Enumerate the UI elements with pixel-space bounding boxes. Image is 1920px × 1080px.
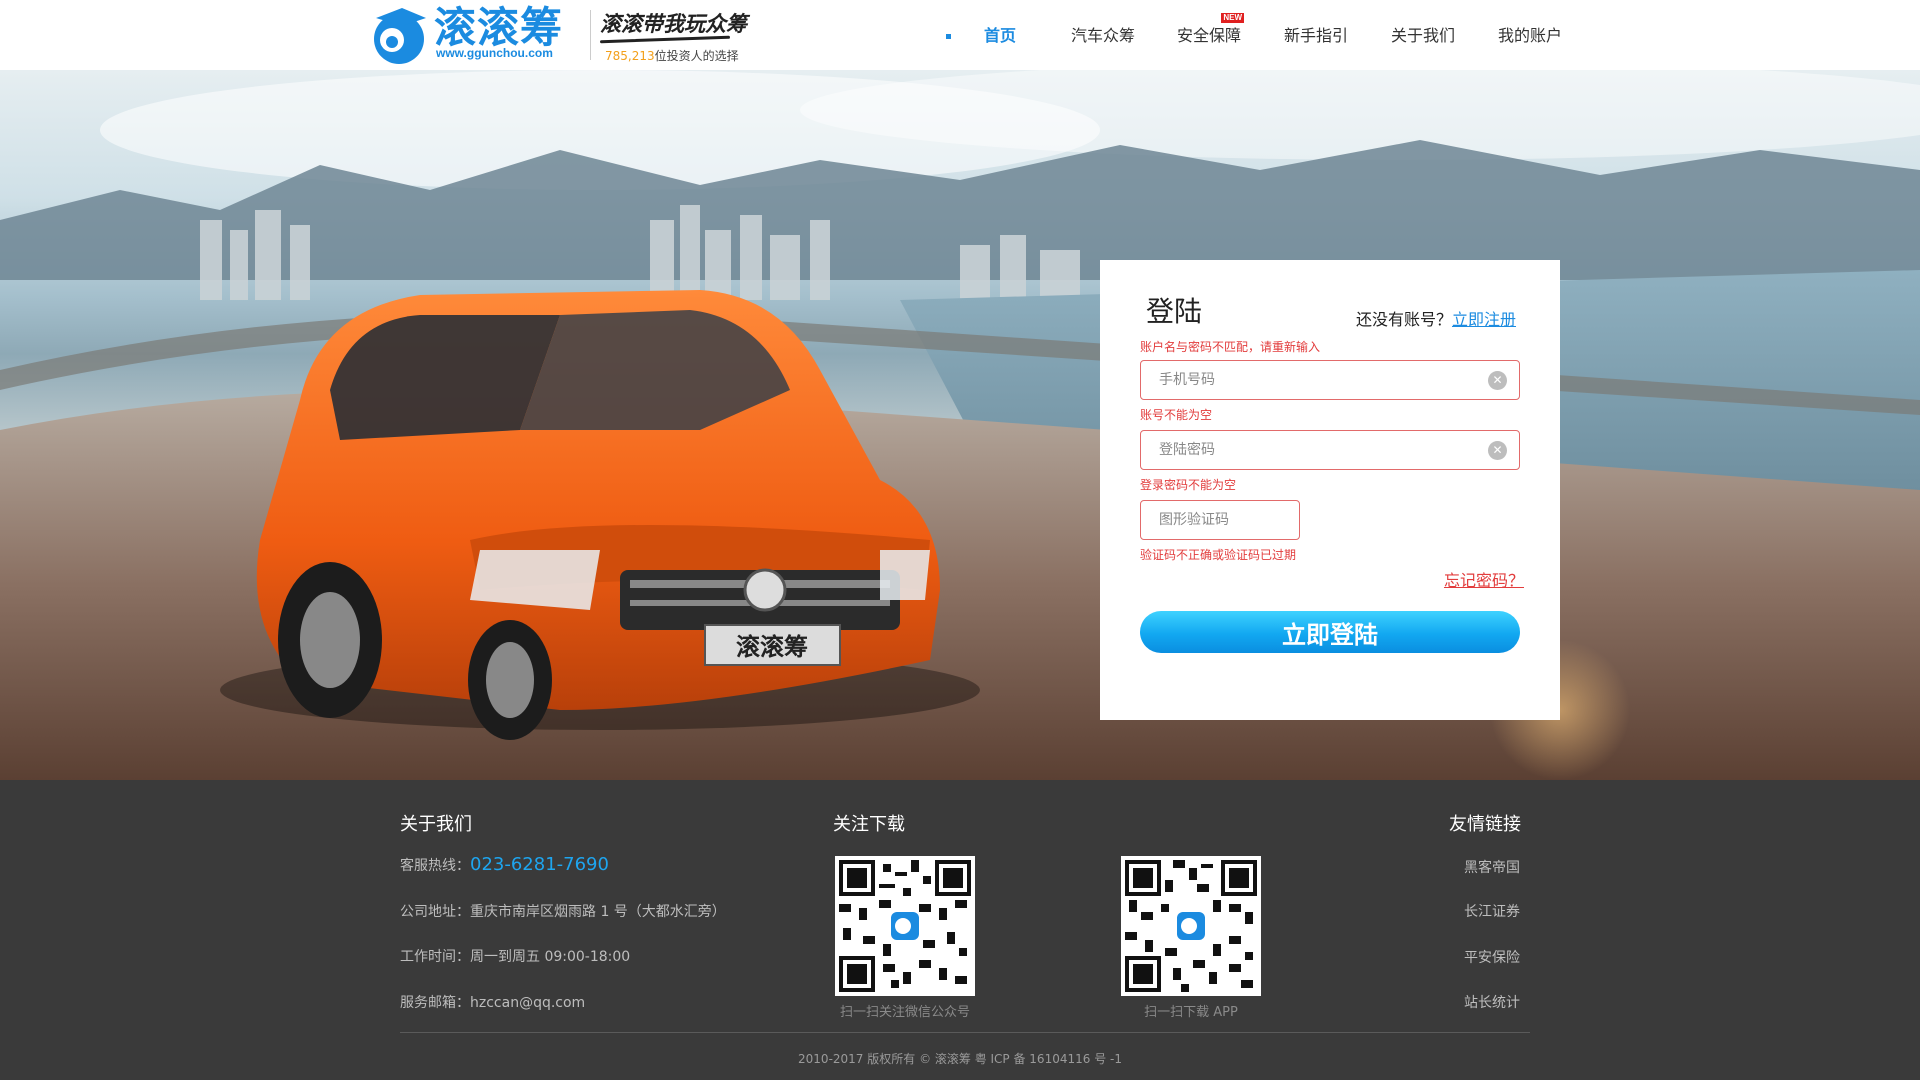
footer-follow-title: 关注下载 [833, 814, 905, 835]
site-header: 滚滚筹 www.ggunchou.com 滚滚带我玩众筹 785,213位投资人… [0, 0, 1920, 70]
plate-text: 滚滚筹 [736, 633, 808, 661]
nav-item-car-crowdfunding[interactable]: 汽车众筹 [1070, 0, 1136, 70]
password-input[interactable] [1141, 431, 1461, 469]
login-title: 登陆 [1146, 295, 1203, 328]
app-qr-code [1121, 856, 1261, 996]
site-footer: 关于我们 客服热线：023-6281-7690 公司地址：重庆市南岸区烟雨路 1… [0, 780, 1920, 1080]
wechat-qr-caption: 扫一扫关注微信公众号 [839, 1005, 970, 1020]
friend-link[interactable]: 长江证券 [1464, 901, 1520, 921]
nav-item-beginner-guide[interactable]: 新手指引 [1283, 0, 1349, 70]
logo-url: www.ggunchou.com [436, 46, 553, 60]
login-button[interactable]: 立即登陆 [1140, 611, 1520, 653]
phone-field: ✕ [1140, 360, 1520, 400]
new-badge: NEW [1221, 13, 1244, 23]
investor-count: 785,213 [605, 49, 655, 63]
service-email: 服务邮箱：hzccan@qq.com [400, 995, 586, 1011]
qr-code-icon [839, 860, 971, 992]
captcha-field [1140, 500, 1300, 540]
work-hours: 工作时间：周一到周五 09:00-18:00 [400, 949, 631, 965]
captcha-input[interactable] [1141, 501, 1291, 539]
hotline-label: 客服热线： [400, 858, 470, 874]
copyright: 2010-2017 版权所有 © 滚滚筹 粤 ICP 备 16104116 号 … [798, 1052, 1122, 1066]
clear-password-icon[interactable]: ✕ [1488, 441, 1507, 460]
friend-link[interactable]: 平安保险 [1464, 947, 1520, 967]
friend-link[interactable]: 站长统计 [1464, 992, 1520, 1012]
hero-banner: 滚滚筹 登陆 还没有账号？立即注册 账户名与密码不匹配，请重新输入 ✕ 账号不能… [0, 70, 1920, 780]
phone-input[interactable] [1141, 361, 1461, 399]
tagline-text: 位投资人的选择 [654, 49, 739, 63]
nav-item-my-account[interactable]: 我的账户 [1497, 0, 1563, 70]
logo-divider [590, 10, 591, 60]
mascot-logo-icon[interactable] [368, 4, 430, 66]
tagline: 785,213位投资人的选择 [605, 47, 739, 64]
app-qr-caption: 扫一扫下载 APP [1144, 1005, 1238, 1020]
password-field: ✕ [1140, 430, 1520, 470]
hero-scene: 滚滚筹 [0, 70, 1920, 780]
clear-phone-icon[interactable]: ✕ [1488, 371, 1507, 390]
company-address: 公司地址：重庆市南岸区烟雨路 1 号（大都水汇旁） [400, 904, 726, 920]
car-illustration: 滚滚筹 [220, 290, 980, 740]
forgot-password-link[interactable]: 忘记密码？ [1444, 567, 1524, 591]
nav-item-security-label: 安全保障 [1176, 26, 1241, 45]
register-link[interactable]: 立即注册 [1452, 310, 1516, 329]
nav-item-security[interactable]: 安全保障 NEW [1176, 0, 1244, 70]
nav-item-about[interactable]: 关于我们 [1390, 0, 1456, 70]
nav-item-home[interactable]: 首页 [946, 0, 1040, 70]
register-prompt-text: 还没有账号？ [1355, 310, 1452, 329]
captcha-error: 验证码不正确或验证码已过期 [1140, 548, 1297, 562]
login-panel: 登陆 还没有账号？立即注册 账户名与密码不匹配，请重新输入 ✕ 账号不能为空 ✕… [1100, 260, 1560, 720]
login-mismatch-error: 账户名与密码不匹配，请重新输入 [1140, 340, 1321, 354]
register-prompt: 还没有账号？立即注册 [1356, 306, 1516, 330]
friend-link[interactable]: 黑客帝国 [1464, 857, 1520, 877]
hotline-row: 客服热线：023-6281-7690 [400, 854, 609, 875]
phone-error: 账号不能为空 [1140, 408, 1213, 422]
footer-about-title: 关于我们 [400, 814, 472, 835]
footer-divider [400, 1032, 1530, 1033]
main-nav: 首页 汽车众筹 安全保障 NEW 新手指引 关于我们 我的账户 [946, 0, 1563, 70]
footer-links-title: 友情链接 [1449, 814, 1521, 835]
qr-code-icon [1125, 860, 1257, 992]
password-error: 登录密码不能为空 [1140, 478, 1237, 492]
hotline-number[interactable]: 023-6281-7690 [470, 854, 609, 875]
slogan: 滚滚带我玩众筹 [600, 11, 747, 36]
wechat-qr-code [835, 856, 975, 996]
